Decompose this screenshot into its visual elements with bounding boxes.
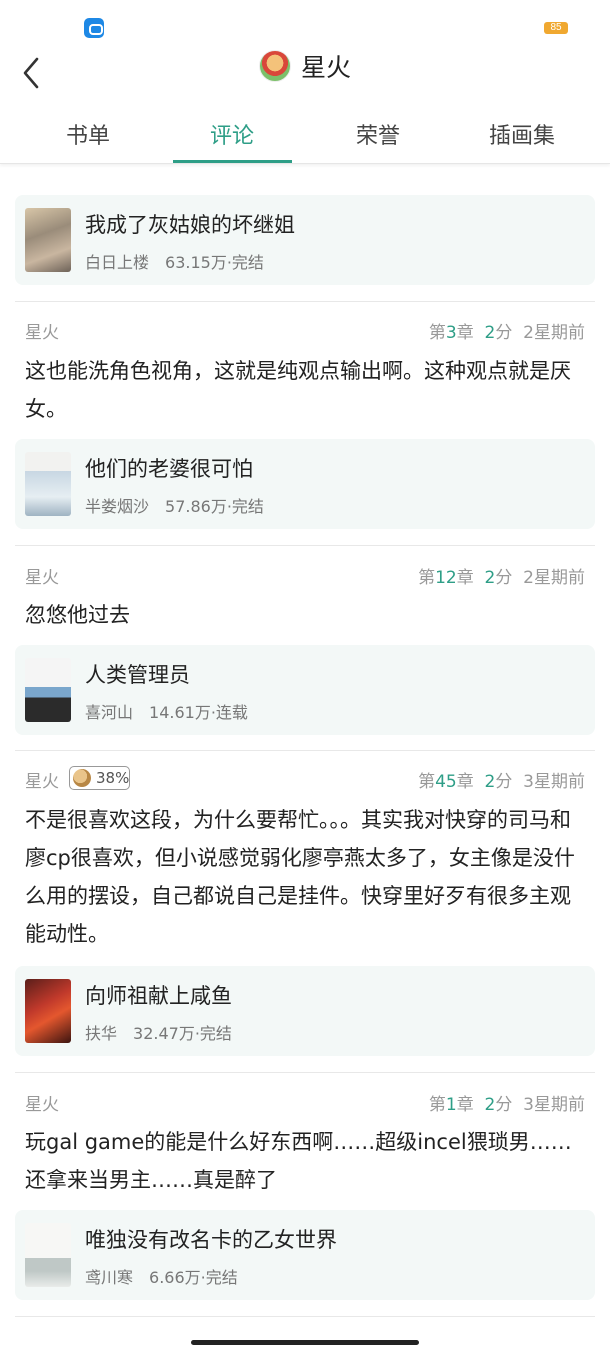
- comment-meta: 第12章 2分 2星期前: [418, 568, 585, 588]
- book-info: 63.15万·完结: [165, 253, 264, 272]
- book-author: 半娄烟沙: [85, 497, 150, 516]
- book-card[interactable]: 向师祖献上咸鱼 扶华 32.47万·完结: [15, 966, 595, 1056]
- book-title: 向师祖献上咸鱼: [85, 984, 232, 1008]
- comment-user[interactable]: 星火: [25, 767, 59, 792]
- title-area: 星火: [0, 46, 610, 86]
- book-author: 白日上楼: [85, 253, 150, 272]
- book-author: 鸢川寒: [85, 1268, 134, 1287]
- battery-icon: 85: [544, 22, 568, 34]
- book-title: 他们的老婆很可怕: [85, 457, 253, 481]
- book-meta: 喜河山 14.61万·连载: [85, 699, 248, 723]
- book-cover: [25, 658, 71, 722]
- comment-text[interactable]: 不是很喜欢这段，为什么要帮忙。。。其实我对快穿的司马和廖cp很喜欢，但小说感觉弱…: [25, 801, 585, 953]
- tab-booklist[interactable]: 书单: [28, 112, 148, 164]
- comment-user[interactable]: 星火: [25, 318, 59, 343]
- book-info: 57.86万·完结: [165, 497, 264, 516]
- divider: [15, 750, 595, 751]
- tab-illustrations[interactable]: 插画集: [462, 112, 582, 164]
- book-info: 32.47万·完结: [133, 1024, 232, 1043]
- book-title: 我成了灰姑娘的坏继姐: [85, 213, 295, 237]
- badge-icon: [73, 769, 91, 787]
- tab-bar: 书单 评论 荣誉 插画集: [0, 112, 610, 164]
- home-indicator[interactable]: [191, 1340, 419, 1345]
- tab-honors[interactable]: 荣誉: [318, 112, 438, 164]
- book-card[interactable]: 他们的老婆很可怕 半娄烟沙 57.86万·完结: [15, 439, 595, 529]
- divider: [15, 1316, 595, 1317]
- book-info: 14.61万·连载: [149, 703, 248, 722]
- notification-app-icon: [84, 18, 104, 38]
- comment-text[interactable]: 玩gal game的能是什么好东西啊……超级incel猥琐男……还拿来当男主………: [25, 1123, 585, 1199]
- comment-text[interactable]: 这也能洗角色视角，这就是纯观点输出啊。这种观点就是厌女。: [25, 352, 585, 428]
- divider: [15, 1072, 595, 1073]
- divider: [15, 301, 595, 302]
- book-cover: [25, 1223, 71, 1287]
- book-meta: 半娄烟沙 57.86万·完结: [85, 493, 264, 517]
- book-card[interactable]: 我成了灰姑娘的坏继姐 白日上楼 63.15万·完结: [15, 195, 595, 285]
- book-info: 6.66万·完结: [149, 1268, 238, 1287]
- active-tab-indicator: [173, 160, 292, 163]
- book-title: 人类管理员: [85, 663, 190, 687]
- badge-percent: 38%: [96, 769, 130, 787]
- book-cover: [25, 208, 71, 272]
- tab-comments[interactable]: 评论: [172, 112, 292, 164]
- book-card[interactable]: 人类管理员 喜河山 14.61万·连载: [15, 645, 595, 735]
- comment-text[interactable]: 忽悠他过去: [25, 596, 585, 634]
- progress-badge: 38%: [69, 766, 130, 790]
- book-meta: 扶华 32.47万·完结: [85, 1020, 232, 1044]
- comment-meta: 第1章 2分 3星期前: [428, 1095, 585, 1115]
- book-cover: [25, 979, 71, 1043]
- comment-user[interactable]: 星火: [25, 563, 59, 588]
- comment-meta: 第45章 2分 3星期前: [418, 772, 585, 792]
- divider: [15, 545, 595, 546]
- book-meta: 鸢川寒 6.66万·完结: [85, 1264, 238, 1288]
- page-title: 星火: [300, 53, 351, 82]
- comment-user[interactable]: 星火: [25, 1090, 59, 1115]
- book-meta: 白日上楼 63.15万·完结: [85, 249, 264, 273]
- book-title: 唯独没有改名卡的乙女世界: [85, 1228, 337, 1252]
- comment-meta: 第3章 2分 2星期前: [428, 323, 585, 343]
- book-author: 扶华: [85, 1024, 118, 1043]
- book-cover: [25, 452, 71, 516]
- book-card[interactable]: 唯独没有改名卡的乙女世界 鸢川寒 6.66万·完结: [15, 1210, 595, 1300]
- top-bar: 星火: [0, 44, 610, 104]
- status-bar: 85: [0, 0, 610, 44]
- avatar[interactable]: [258, 50, 291, 82]
- book-author: 喜河山: [85, 703, 134, 722]
